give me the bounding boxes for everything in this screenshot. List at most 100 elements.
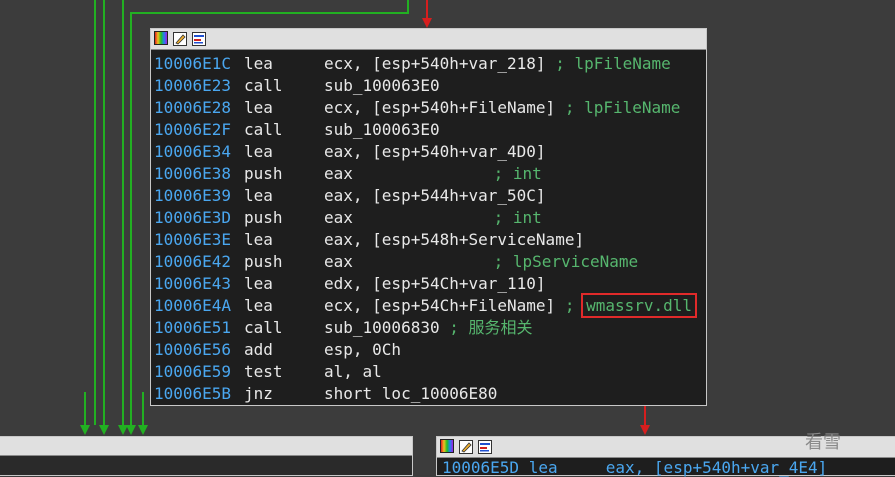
mnemonic[interactable]: lea — [244, 97, 324, 119]
operands[interactable]: eax, [esp+540h+var_4D0] — [324, 141, 546, 163]
code-line[interactable]: 10006E34 lea eax, [esp+540h+var_4D0] — [154, 141, 706, 163]
address[interactable]: 10006E51 — [154, 317, 244, 339]
operands[interactable]: eax — [324, 163, 484, 185]
operands[interactable]: eax, [esp+548h+ServiceName] — [324, 229, 584, 251]
mnemonic[interactable]: lea — [244, 185, 324, 207]
mnemonic[interactable]: lea — [244, 53, 324, 75]
arrow-down-icon — [422, 18, 432, 28]
graph-overview-icon[interactable] — [192, 31, 206, 46]
mnemonic[interactable]: lea — [244, 229, 324, 251]
mnemonic[interactable]: lea — [244, 295, 324, 317]
address[interactable]: 10006E1C — [154, 53, 244, 75]
mnemonic[interactable]: push — [244, 163, 324, 185]
edge-line — [130, 12, 132, 425]
code-line[interactable]: 10006E23 call sub_100063E0 — [154, 75, 706, 97]
mnemonic[interactable]: lea — [244, 273, 324, 295]
edit-icon[interactable] — [173, 31, 187, 46]
address[interactable]: 10006E2F — [154, 119, 244, 141]
arrow-down-icon — [99, 425, 109, 435]
address[interactable]: 10006E59 — [154, 361, 244, 383]
color-palette-icon[interactable] — [154, 31, 168, 45]
address[interactable]: 10006E3D — [154, 207, 244, 229]
comment: ; 服务相关 — [449, 318, 533, 337]
address[interactable]: 10006E34 — [154, 141, 244, 163]
watermark-logo: 看雪 — [805, 432, 841, 453]
edge-line — [103, 0, 105, 425]
operands[interactable]: sub_10006830 — [324, 317, 440, 339]
comment: ; — [564, 296, 585, 315]
node-titlebar[interactable] — [0, 437, 412, 456]
operands[interactable]: eax — [324, 207, 484, 229]
operands[interactable]: sub_100063E0 — [324, 75, 440, 97]
code-line[interactable]: 10006E56 add esp, 0Ch — [154, 339, 706, 361]
code-line[interactable]: 10006E1C lea ecx, [esp+540h+var_218] ; lpF… — [154, 53, 706, 75]
operands[interactable]: eax — [324, 251, 484, 273]
operands[interactable]: sub_100063E0 — [324, 119, 440, 141]
edge-line-false — [426, 0, 428, 18]
edge-line — [130, 12, 409, 14]
mnemonic[interactable]: call — [244, 119, 324, 141]
edge-line-false — [644, 405, 646, 425]
partial-code-line: 10006E5D lea eax, [esp+540h+var_4E4] — [442, 458, 828, 477]
operands[interactable]: eax, [esp+544h+var_50C] — [324, 185, 546, 207]
address[interactable]: 10006E43 — [154, 273, 244, 295]
address[interactable]: 10006E4A — [154, 295, 244, 317]
comment: ; lpServiceName — [493, 252, 639, 271]
code-line[interactable]: 10006E38 push eax ; int — [154, 163, 706, 185]
operands[interactable]: ecx, [esp+540h+FileName] — [324, 97, 555, 119]
address[interactable]: 10006E39 — [154, 185, 244, 207]
address[interactable]: 10006E38 — [154, 163, 244, 185]
address[interactable]: 10006E3E — [154, 229, 244, 251]
code-block-node[interactable]: 10006E1C lea ecx, [esp+540h+var_218] ; lpF… — [150, 28, 707, 406]
comment: ; int — [493, 208, 542, 227]
mnemonic[interactable]: call — [244, 317, 324, 339]
node-titlebar[interactable] — [151, 29, 706, 50]
code-line[interactable]: 10006E59 test al, al — [154, 361, 706, 383]
operands[interactable]: esp, 0Ch — [324, 339, 401, 361]
code-line[interactable]: 10006E2F call sub_100063E0 — [154, 119, 706, 141]
code-line[interactable]: 10006E39 lea eax, [esp+544h+var_50C] — [154, 185, 706, 207]
operands[interactable]: short loc_10006E80 — [324, 383, 497, 405]
highlighted-string: wmassrv.dll — [581, 293, 698, 318]
graph-overview-icon[interactable] — [478, 439, 492, 454]
code-block-node[interactable] — [0, 436, 413, 476]
edge-line — [122, 0, 124, 425]
arrow-down-icon — [126, 425, 136, 435]
code-line[interactable]: 10006E51 call sub_10006830 ; 服务相关 — [154, 317, 706, 339]
disassembly-listing: 10006E1C lea ecx, [esp+540h+var_218] ; lpF… — [151, 50, 706, 405]
code-line[interactable]: 10006E5B jnz short loc_10006E80 — [154, 383, 706, 405]
operands[interactable]: al, al — [324, 361, 382, 383]
code-line[interactable]: 10006E3D push eax ; int — [154, 207, 706, 229]
address[interactable]: 10006E42 — [154, 251, 244, 273]
address[interactable]: 10006E23 — [154, 75, 244, 97]
arrow-down-icon — [138, 425, 148, 435]
mnemonic[interactable]: jnz — [244, 383, 324, 405]
comment: ; lpFileName — [555, 54, 671, 73]
code-line[interactable]: 10006E42 push eax ; lpServiceName — [154, 251, 706, 273]
mnemonic[interactable]: test — [244, 361, 324, 383]
color-palette-icon[interactable] — [440, 439, 454, 453]
code-line[interactable]: 10006E4A lea ecx, [esp+54Ch+FileName] ; wm… — [154, 293, 706, 318]
mnemonic[interactable]: call — [244, 75, 324, 97]
code-line[interactable]: 10006E43 lea edx, [esp+54Ch+var_110] — [154, 273, 706, 295]
operands[interactable]: edx, [esp+54Ch+var_110] — [324, 273, 546, 295]
edge-line — [94, 0, 96, 425]
arrow-down-icon — [80, 425, 90, 435]
operands[interactable]: ecx, [esp+54Ch+FileName] — [324, 295, 555, 317]
code-line[interactable]: 10006E3E lea eax, [esp+548h+ServiceName] — [154, 229, 706, 251]
address[interactable]: 10006E56 — [154, 339, 244, 361]
code-line[interactable]: 10006E28 lea ecx, [esp+540h+FileName] ; lp… — [154, 97, 706, 119]
comment: ; lpFileName — [564, 98, 681, 117]
mnemonic[interactable]: add — [244, 339, 324, 361]
comment: ; int — [493, 164, 542, 183]
edit-icon[interactable] — [459, 439, 473, 454]
edge-line — [84, 392, 86, 425]
address[interactable]: 10006E28 — [154, 97, 244, 119]
mnemonic[interactable]: push — [244, 207, 324, 229]
arrow-down-icon — [640, 425, 650, 435]
operands[interactable]: ecx, [esp+540h+var_218] — [324, 53, 546, 75]
address[interactable]: 10006E5B — [154, 383, 244, 405]
edge-line — [142, 392, 144, 425]
mnemonic[interactable]: push — [244, 251, 324, 273]
mnemonic[interactable]: lea — [244, 141, 324, 163]
